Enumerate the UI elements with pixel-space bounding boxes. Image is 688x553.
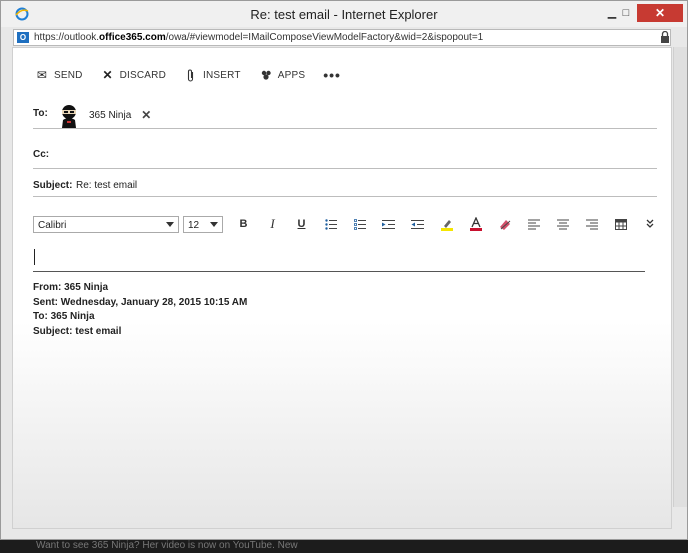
font-size-value: 12 bbox=[188, 219, 200, 231]
quoted-from-value: 365 Ninja bbox=[64, 282, 109, 293]
align-right-icon[interactable] bbox=[577, 215, 606, 233]
insert-label: INSERT bbox=[203, 69, 241, 81]
font-size-select[interactable]: 12 bbox=[183, 215, 223, 233]
to-label: To: bbox=[33, 108, 48, 119]
font-color-icon[interactable] bbox=[461, 215, 490, 233]
align-center-icon[interactable] bbox=[548, 215, 577, 233]
scrollbar[interactable] bbox=[673, 47, 687, 507]
send-label: SEND bbox=[54, 69, 83, 81]
more-options-button[interactable]: ••• bbox=[323, 67, 341, 83]
send-button[interactable]: ✉ SEND bbox=[35, 68, 83, 82]
text-cursor bbox=[34, 249, 35, 265]
url-path: /owa/#viewmodel=IMailComposeViewModelFac… bbox=[165, 32, 484, 43]
lock-icon bbox=[661, 31, 669, 43]
url-domain: office365.com bbox=[99, 32, 166, 43]
discard-label: DISCARD bbox=[119, 69, 166, 81]
chevron-down-icon bbox=[166, 221, 174, 227]
bold-button[interactable]: B bbox=[229, 215, 258, 233]
quoted-sent: Sent: Wednesday, January 28, 2015 10:15 … bbox=[33, 296, 247, 311]
background-video-caption: Want to see 365 Ninja? Her video is now … bbox=[0, 538, 688, 553]
bullets-icon[interactable] bbox=[316, 215, 345, 233]
quoted-from: From: 365 Ninja bbox=[33, 281, 247, 296]
quoted-sent-label: Sent: bbox=[33, 296, 58, 308]
quoted-to-label: To: bbox=[33, 311, 48, 322]
italic-button[interactable]: I bbox=[258, 215, 287, 233]
font-family-value: Calibri bbox=[38, 219, 67, 231]
compose-toolbar: ✉ SEND ✕ DISCARD INSERT APPS ••• bbox=[35, 66, 359, 84]
clear-formatting-icon[interactable] bbox=[490, 215, 519, 233]
chevron-down-icon bbox=[210, 221, 218, 227]
window-title: Re: test email - Internet Explorer bbox=[250, 7, 438, 22]
table-icon[interactable] bbox=[606, 215, 635, 233]
quoted-message-header: From: 365 Ninja Sent: Wednesday, January… bbox=[33, 281, 247, 339]
numbering-icon[interactable] bbox=[345, 215, 374, 233]
indent-icon[interactable] bbox=[374, 215, 403, 233]
subject-value: Re: test email bbox=[76, 180, 138, 191]
quoted-subject-value: test email bbox=[75, 325, 122, 337]
apps-button[interactable]: APPS bbox=[259, 68, 305, 82]
quoted-subject: Subject: test email bbox=[33, 325, 247, 340]
title-bar[interactable]: Re: test email - Internet Explorer ▁ □ ✕ bbox=[1, 1, 687, 27]
quoted-to-value: 365 Ninja bbox=[50, 311, 95, 322]
outlook-icon: O bbox=[17, 32, 29, 43]
recipient-chip[interactable]: 365 Ninja ✕ bbox=[57, 102, 151, 128]
highlight-icon[interactable] bbox=[432, 215, 461, 233]
ie-popout-window: Re: test email - Internet Explorer ▁ □ ✕… bbox=[0, 0, 688, 540]
quoted-subject-label: Subject: bbox=[33, 325, 73, 337]
format-toolbar: Calibri 12 B I U bbox=[33, 214, 664, 234]
subject-label: Subject: bbox=[33, 180, 73, 191]
message-body-divider bbox=[33, 271, 645, 272]
apps-label: APPS bbox=[277, 69, 306, 81]
discard-button[interactable]: ✕ DISCARD bbox=[101, 68, 166, 82]
remove-recipient-icon[interactable]: ✕ bbox=[141, 108, 151, 122]
outdent-icon[interactable] bbox=[403, 215, 432, 233]
cc-field[interactable]: Cc: bbox=[33, 144, 657, 169]
to-field[interactable]: To: 365 Ninja ✕ bbox=[33, 100, 657, 129]
maximize-button[interactable]: □ bbox=[613, 4, 639, 22]
send-icon: ✉ bbox=[36, 68, 48, 82]
apps-icon bbox=[259, 68, 273, 82]
discard-icon: ✕ bbox=[102, 68, 113, 82]
underline-button[interactable]: U bbox=[287, 215, 316, 233]
expand-options-icon[interactable] bbox=[635, 215, 664, 233]
subject-field[interactable]: Subject: Re: test email bbox=[33, 180, 657, 197]
ninja-avatar bbox=[62, 105, 76, 128]
font-family-select[interactable]: Calibri bbox=[33, 215, 179, 233]
quoted-from-label: From: bbox=[33, 282, 62, 293]
insert-button[interactable]: INSERT bbox=[184, 68, 241, 82]
address-url: https://outlook.office365.com/owa/#viewm… bbox=[34, 31, 483, 45]
address-bar[interactable]: O https://outlook.office365.com/owa/#vie… bbox=[13, 29, 671, 46]
paperclip-icon bbox=[184, 68, 198, 82]
recipient-name: 365 Ninja bbox=[89, 109, 132, 121]
cc-label: Cc: bbox=[33, 149, 50, 160]
quoted-to: To: 365 Ninja bbox=[33, 310, 247, 325]
close-button[interactable]: ✕ bbox=[637, 4, 683, 22]
url-prefix: https://outlook. bbox=[34, 32, 100, 43]
quoted-sent-value: Wednesday, January 28, 2015 10:15 AM bbox=[60, 296, 248, 308]
compose-pane: ✉ SEND ✕ DISCARD INSERT APPS ••• To: 365… bbox=[12, 47, 672, 529]
align-left-icon[interactable] bbox=[519, 215, 548, 233]
